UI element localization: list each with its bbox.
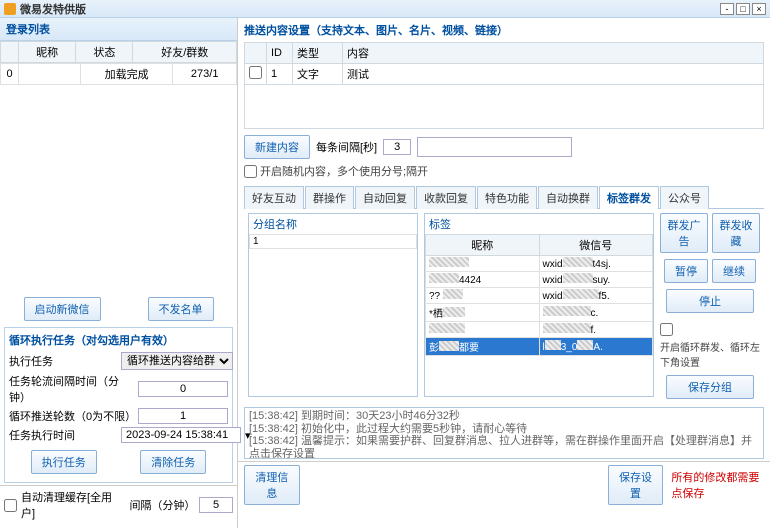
push-row-id: 1 <box>267 64 293 85</box>
random-content-label: 开启随机内容，多个使用分号;隔开 <box>260 163 428 179</box>
tab-tag-mass-send[interactable]: 标签群发 <box>599 186 659 209</box>
col-idx <box>1 42 19 63</box>
member-row[interactable]: 4424wxidsuy. <box>426 272 653 288</box>
group-row[interactable]: 1 <box>250 235 417 249</box>
row-idx: 0 <box>1 64 19 85</box>
exec-task-label: 执行任务 <box>9 353 117 369</box>
resume-button[interactable]: 继续 <box>712 259 756 283</box>
col-nick: 昵称 <box>19 42 76 63</box>
close-button[interactable]: × <box>752 3 766 15</box>
push-id-col: ID <box>267 43 293 64</box>
tab-auto-reply[interactable]: 自动回复 <box>355 186 415 209</box>
random-content-checkbox[interactable] <box>244 165 257 178</box>
save-warning-text: 所有的修改都需要点保存 <box>671 469 764 501</box>
tab-payment-reply[interactable]: 收款回复 <box>416 186 476 209</box>
member-row[interactable]: f. <box>426 322 653 338</box>
push-content-row[interactable]: 1 文字 测试 <box>245 64 764 85</box>
row-status: 加载完成 <box>81 64 173 85</box>
push-content-col: 内容 <box>343 43 764 64</box>
stop-button[interactable]: 停止 <box>666 289 754 313</box>
mass-fav-button[interactable]: 群发收藏 <box>712 213 760 253</box>
exec-task-select[interactable]: 循环推送内容给群 <box>121 352 233 370</box>
mass-ad-button[interactable]: 群发广告 <box>660 213 708 253</box>
log-line: [15:38:42] 初始化中，此过程大约需要5秒钟，请耐心等待 <box>249 423 759 436</box>
pause-button[interactable]: 暂停 <box>664 259 708 283</box>
push-row-content: 测试 <box>343 64 764 85</box>
rounds-label: 循环推送轮数（0为不限） <box>9 408 134 424</box>
row-friends: 273/1 <box>173 64 237 85</box>
member-row[interactable]: wxidt4sj. <box>426 256 653 272</box>
interval-input[interactable] <box>138 381 228 397</box>
minimize-button[interactable]: - <box>720 3 734 15</box>
new-content-button[interactable]: 新建内容 <box>244 135 310 159</box>
push-chk-col <box>245 43 267 64</box>
execute-task-button[interactable]: 执行任务 <box>31 450 97 474</box>
auto-clear-label: 自动清理缓存[全用户] <box>21 489 125 521</box>
col-status: 状态 <box>76 42 133 63</box>
loop-mass-checkbox[interactable] <box>660 323 673 336</box>
exec-time-label: 任务执行时间 <box>9 427 117 443</box>
per-interval-label: 每条间隔[秒] <box>316 139 377 155</box>
tab-group-ops[interactable]: 群操作 <box>305 186 354 209</box>
log-panel[interactable]: [15:38:42] 到期时间：30天23小时46分32秒 [15:38:42]… <box>244 407 764 459</box>
member-row[interactable]: ?? wxidf5. <box>426 288 653 304</box>
member-row-selected[interactable]: 彭都要l3_0A. <box>426 338 653 356</box>
login-row[interactable]: 0 加载完成 273/1 <box>1 64 237 85</box>
tag-label-header: 标签 <box>425 214 653 234</box>
col-friends: 好友/群数 <box>133 42 237 63</box>
clear-info-button[interactable]: 清理信息 <box>244 465 300 505</box>
start-new-wechat-button[interactable]: 启动新微信 <box>24 297 101 321</box>
tab-auto-switch-group[interactable]: 自动换群 <box>538 186 598 209</box>
do-not-send-list-button[interactable]: 不发名单 <box>148 297 214 321</box>
interval-label: 任务轮流间隔时间（分钟） <box>9 373 134 405</box>
push-row-type: 文字 <box>293 64 343 85</box>
maximize-button[interactable]: □ <box>736 3 750 15</box>
push-type-col: 类型 <box>293 43 343 64</box>
push-row-checkbox[interactable] <box>249 66 262 79</box>
member-wxid-col: 微信号 <box>539 235 653 256</box>
interval-unit-label: 间隔（分钟） <box>129 497 195 513</box>
auto-clear-cache-checkbox[interactable] <box>4 499 17 512</box>
clear-task-button[interactable]: 清除任务 <box>140 450 206 474</box>
tab-friend-interact[interactable]: 好友互动 <box>244 186 304 209</box>
function-tabs: 好友互动 群操作 自动回复 收款回复 特色功能 自动换群 标签群发 公众号 <box>244 185 764 209</box>
per-interval-input[interactable] <box>383 139 411 155</box>
log-line: [15:38:42] 温馨提示：如果需要护群、回复群消息、拉人进群等，需在群操作… <box>249 435 759 459</box>
random-content-input[interactable] <box>417 137 572 157</box>
tab-special[interactable]: 特色功能 <box>477 186 537 209</box>
loop-task-title: 循环执行任务（对勾选用户有效） <box>9 332 228 348</box>
rounds-input[interactable] <box>138 408 228 424</box>
window-title: 微易发特供版 <box>20 1 86 17</box>
tab-official-account[interactable]: 公众号 <box>660 186 709 209</box>
member-nick-col: 昵称 <box>426 235 540 256</box>
group-name-header: 分组名称 <box>249 214 417 234</box>
clear-interval-input[interactable] <box>199 497 233 513</box>
save-group-button[interactable]: 保存分组 <box>666 375 754 399</box>
exec-time-input[interactable] <box>121 427 241 443</box>
titlebar: 微易发特供版 - □ × <box>0 0 770 18</box>
member-row[interactable]: *栖c. <box>426 304 653 322</box>
login-list-header: 登录列表 <box>0 18 237 41</box>
app-logo-icon <box>4 3 16 15</box>
log-line: [15:38:42] 到期时间：30天23小时46分32秒 <box>249 410 759 423</box>
loop-mass-label: 开启循环群发、循环左下角设置 <box>660 339 760 369</box>
save-settings-button[interactable]: 保存设置 <box>608 465 664 505</box>
push-settings-title: 推送内容设置（支持文本、图片、名片、视频、链接） <box>244 22 764 38</box>
